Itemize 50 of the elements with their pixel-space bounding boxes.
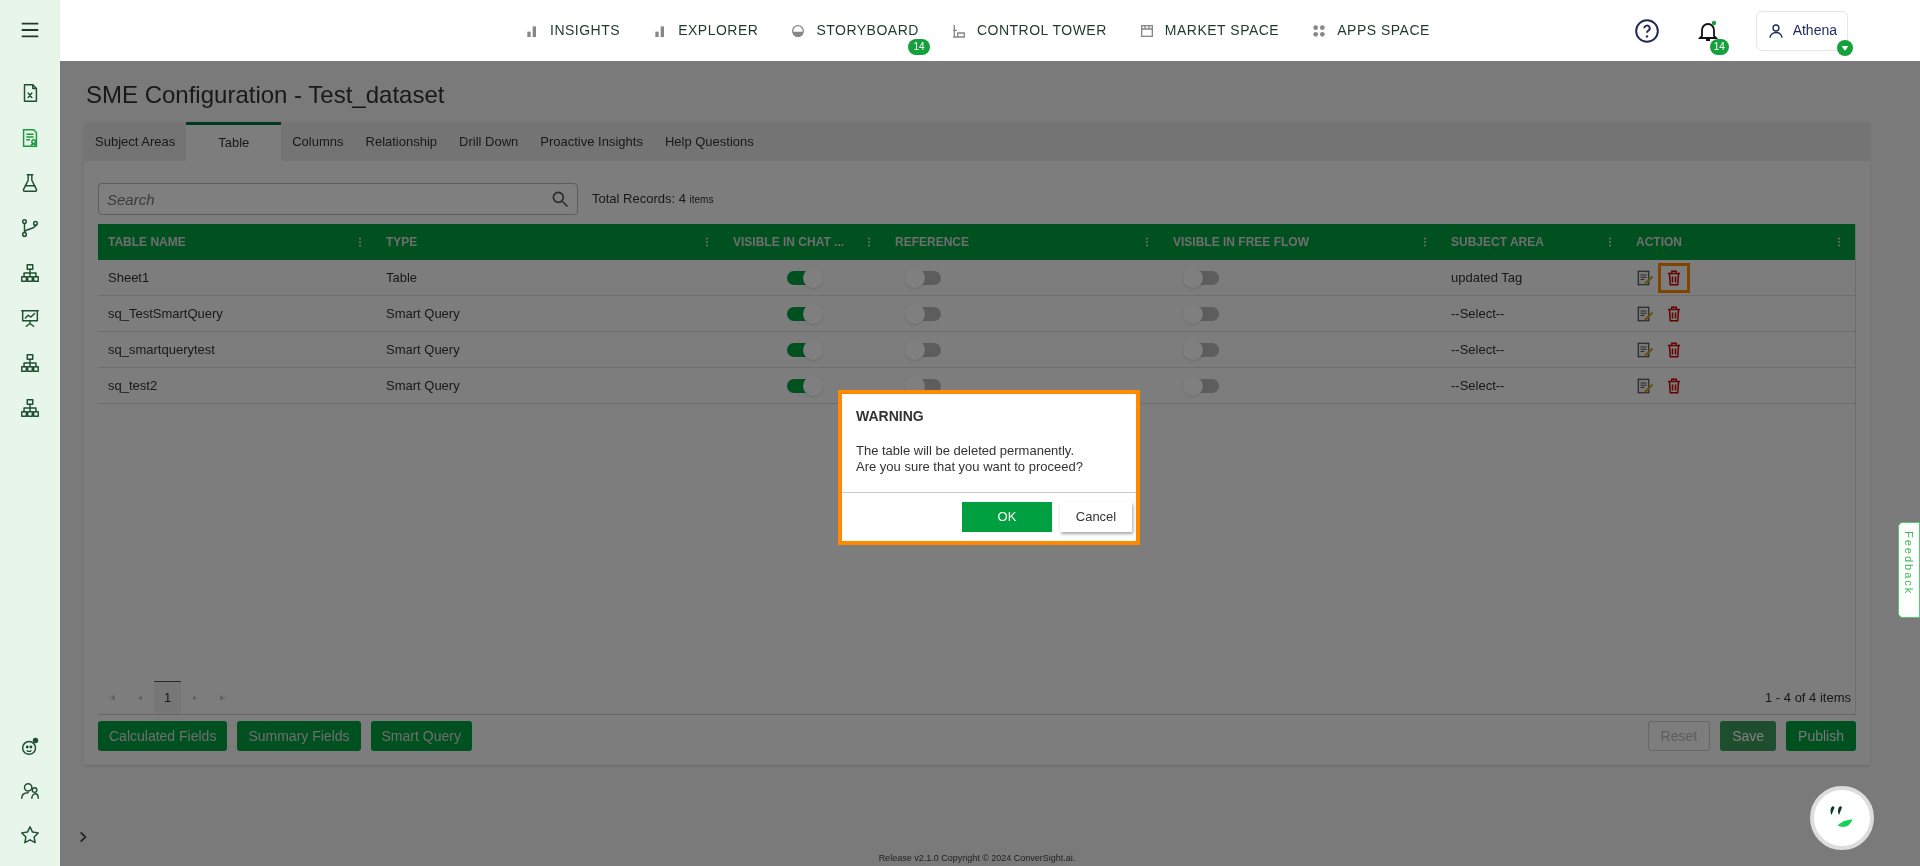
search-field[interactable]: Search bbox=[98, 183, 578, 215]
nav-link[interactable]: INSIGHTS bbox=[550, 20, 621, 41]
feedback-tab[interactable]: Feedback bbox=[1898, 522, 1920, 618]
table-cell-text: --Select-- bbox=[1451, 304, 1505, 323]
tab[interactable]: Proactive Insights bbox=[529, 122, 654, 161]
dialog-message: Are you sure that you want to proceed? bbox=[856, 459, 1084, 475]
cancel-button[interactable]: Cancel bbox=[1060, 502, 1132, 532]
nav-link[interactable]: CONTROL TOWER bbox=[976, 20, 1107, 41]
action-button[interactable]: Publish bbox=[1786, 721, 1856, 751]
column-header[interactable]: TYPE bbox=[386, 233, 418, 251]
table-cell-text: sq_TestSmartQuery bbox=[108, 304, 223, 323]
column-header[interactable]: VISIBLE IN CHAT ... bbox=[733, 233, 845, 251]
column-header[interactable]: TABLE NAME bbox=[108, 233, 186, 251]
ok-button[interactable]: OK bbox=[962, 502, 1052, 532]
action-button[interactable]: Summary Fields bbox=[237, 721, 361, 751]
page-title: SME Configuration - Test_dataset bbox=[86, 80, 446, 110]
action-button[interactable]: Smart Query bbox=[370, 721, 472, 751]
nav-link[interactable]: MARKET SPACE bbox=[1164, 20, 1280, 41]
page-number[interactable]: 1 bbox=[154, 681, 182, 714]
table-cell-text: --Select-- bbox=[1451, 340, 1505, 359]
table-cell-text: Smart Query bbox=[386, 304, 460, 323]
table-cell-text: sq_test2 bbox=[108, 376, 158, 395]
tab[interactable]: Relationship bbox=[354, 122, 449, 161]
tab[interactable]: Columns bbox=[281, 122, 355, 161]
table-cell-text: Smart Query bbox=[386, 376, 460, 395]
table-cell-text: Sheet1 bbox=[108, 268, 150, 287]
column-header[interactable]: ACTION bbox=[1636, 233, 1682, 251]
column-header[interactable]: SUBJECT AREA bbox=[1451, 233, 1544, 251]
tab[interactable]: Drill Down bbox=[448, 122, 530, 161]
pager-summary: 1 - 4 of 4 items bbox=[1765, 688, 1851, 707]
action-button[interactable]: Calculated Fields bbox=[98, 721, 228, 751]
nav-link[interactable]: STORYBOARD bbox=[816, 20, 919, 41]
table-cell-text: updated Tag bbox=[1451, 268, 1523, 287]
count-badge: 14 bbox=[908, 39, 930, 55]
count-badge: 14 bbox=[1709, 38, 1729, 55]
tab[interactable]: Subject Areas bbox=[84, 122, 187, 161]
tab[interactable]: Table bbox=[186, 122, 282, 161]
total-records: Total Records: 4 items bbox=[592, 190, 714, 209]
table-cell-text: sq_smartquerytest bbox=[108, 340, 215, 359]
tab[interactable]: Help Questions bbox=[653, 122, 765, 161]
nav-link[interactable]: APPS SPACE bbox=[1337, 20, 1430, 41]
table-cell-text: Table bbox=[386, 268, 418, 287]
column-header[interactable]: REFERENCE bbox=[895, 233, 969, 251]
table-cell-text: --Select-- bbox=[1451, 376, 1505, 395]
column-header[interactable]: VISIBLE IN FREE FLOW bbox=[1173, 233, 1309, 251]
copyright-text: Release v2.1.0 Copyright © 2024 ConverSight.ai. bbox=[877, 851, 1077, 865]
dialog-title: WARNING bbox=[855, 407, 925, 426]
nav-link[interactable]: EXPLORER bbox=[678, 20, 759, 41]
dialog-message: The table will be deleted permanently. bbox=[856, 443, 1075, 459]
table-cell-text: Smart Query bbox=[386, 340, 460, 359]
